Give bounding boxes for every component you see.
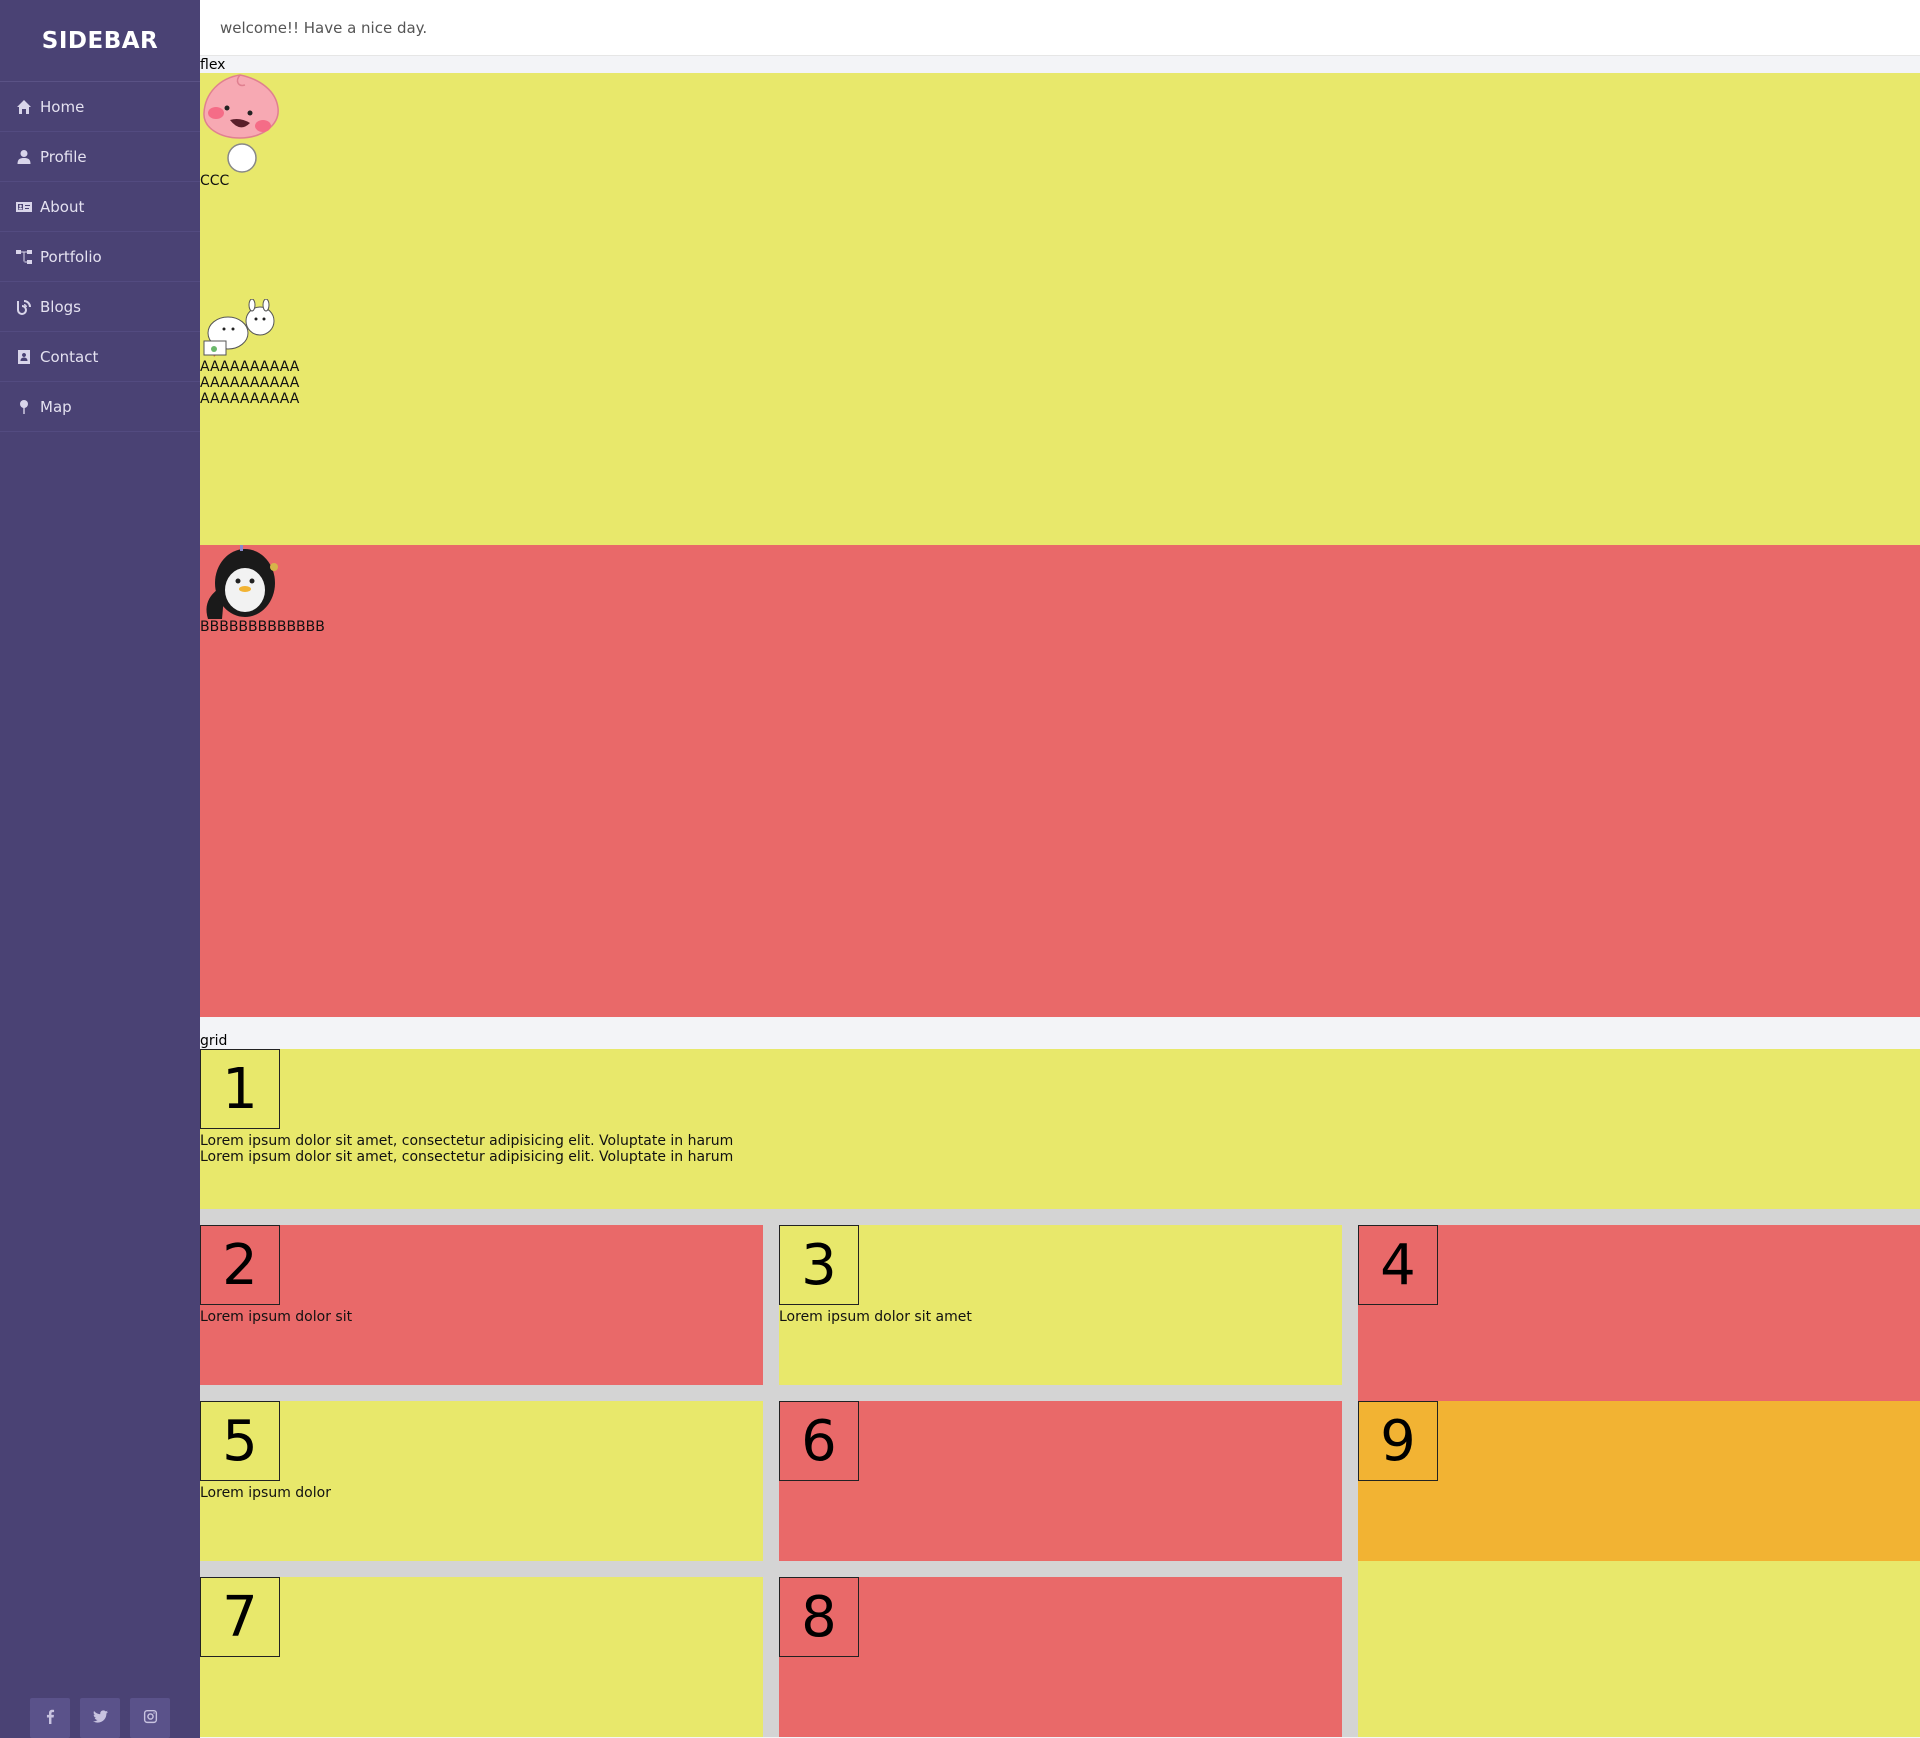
welcome-message: welcome!! Have a nice day. [220, 18, 428, 37]
flex-item-text: CCC [200, 173, 230, 189]
grid-cell-5: 5 Lorem ipsum dolor [200, 1401, 763, 1561]
id-card-icon [15, 198, 32, 215]
facebook-link[interactable] [30, 1698, 70, 1738]
bunny-characters-sticker [200, 298, 280, 359]
grid-cell-number: 4 [1358, 1225, 1438, 1305]
sidebar-item-label: Profile [40, 147, 87, 166]
flex-item-text-line: AAAAAAAAAA [200, 359, 300, 375]
sidebar-item-blogs[interactable]: Blogs [0, 282, 200, 332]
user-icon [15, 148, 32, 165]
grid-cell-2: 2 Lorem ipsum dolor sit [200, 1225, 763, 1385]
flex-item-bbb: BBBBBBBBBBBBB [200, 545, 1920, 1017]
sidebar-menu: Home Profile About Portfolio Blogs Conta… [0, 82, 200, 432]
grid-cell-number: 9 [1358, 1401, 1438, 1481]
sidebar: SIDEBAR Home Profile About Portfolio Blo… [0, 0, 200, 1738]
flex-container: CCC AAAAAAAAAA AAAAAAAAAA AAAAAAAAAA BBB… [200, 73, 1920, 1017]
flex-item-text-line: AAAAAAAAAA [200, 391, 300, 407]
sidebar-item-label: Blogs [40, 297, 81, 316]
grid-cell-number: 7 [200, 1577, 280, 1657]
grid-cell-number: 2 [200, 1225, 280, 1305]
sidebar-item-home[interactable]: Home [0, 82, 200, 132]
grid-cell-number: 5 [200, 1401, 280, 1481]
flex-item-text-line: AAAAAAAAAA [200, 375, 300, 391]
grid-cell-number: 8 [779, 1577, 859, 1657]
instagram-link[interactable] [130, 1698, 170, 1738]
grid-cell-number: 3 [779, 1225, 859, 1305]
blog-icon [15, 298, 32, 315]
grid-section-label: grid [200, 1033, 228, 1049]
peach-character-sticker [200, 73, 280, 173]
grid-cell-empty [1358, 1561, 1920, 1737]
grid-cell-1: 1 Lorem ipsum dolor sit amet, consectetu… [200, 1049, 1920, 1209]
sidebar-item-map[interactable]: Map [0, 382, 200, 432]
top-bar: welcome!! Have a nice day. [200, 0, 1920, 56]
map-pin-icon [15, 398, 32, 415]
grid-cell-text: Lorem ipsum dolor sit amet, consectetur … [200, 1149, 734, 1165]
facebook-icon [43, 1709, 58, 1728]
sidebar-item-label: About [40, 197, 85, 216]
grid-cell-8: 8 [779, 1577, 1342, 1737]
grid-cell-9: 9 [1358, 1401, 1920, 1577]
penguin-character-sticker [200, 545, 280, 619]
sidebar-brand: SIDEBAR [0, 0, 200, 82]
sidebar-item-portfolio[interactable]: Portfolio [0, 232, 200, 282]
main-content: flex CCC AAAAAAAAAA AAAAAAAAAA AAAAAAAAA… [200, 57, 1920, 1737]
grid-cell-3: 3 Lorem ipsum dolor sit amet [779, 1225, 1342, 1385]
grid-cell-text: Lorem ipsum dolor sit [200, 1309, 353, 1325]
flex-section-label: flex [200, 57, 226, 73]
twitter-icon [92, 1709, 108, 1728]
sidebar-item-contact[interactable]: Contact [0, 332, 200, 382]
social-links [30, 1698, 170, 1738]
grid-cell-4: 4 [1358, 1225, 1920, 1401]
grid-cell-text: Lorem ipsum dolor sit amet, consectetur … [200, 1133, 734, 1149]
sitemap-icon [15, 248, 32, 265]
grid-cell-number: 1 [200, 1049, 280, 1129]
address-book-icon [15, 348, 32, 365]
grid-container: 1 Lorem ipsum dolor sit amet, consectetu… [200, 1049, 1920, 1737]
grid-cell-text: Lorem ipsum dolor sit amet [779, 1309, 972, 1325]
home-icon [15, 98, 32, 115]
instagram-icon [143, 1709, 158, 1728]
sidebar-item-about[interactable]: About [0, 182, 200, 232]
flex-item-ccc: CCC AAAAAAAAAA AAAAAAAAAA AAAAAAAAAA [200, 73, 1920, 545]
grid-cell-text: Lorem ipsum dolor [200, 1485, 331, 1501]
grid-cell-number: 6 [779, 1401, 859, 1481]
grid-cell-6: 6 [779, 1401, 1342, 1561]
sidebar-item-label: Portfolio [40, 247, 102, 266]
sidebar-item-label: Contact [40, 347, 99, 366]
section-divider [200, 1017, 1920, 1033]
flex-item-text: BBBBBBBBBBBBB [200, 619, 325, 635]
sidebar-item-label: Home [40, 97, 85, 116]
grid-cell-7: 7 [200, 1577, 763, 1737]
twitter-link[interactable] [80, 1698, 120, 1738]
sidebar-item-label: Map [40, 397, 72, 416]
sidebar-item-profile[interactable]: Profile [0, 132, 200, 182]
